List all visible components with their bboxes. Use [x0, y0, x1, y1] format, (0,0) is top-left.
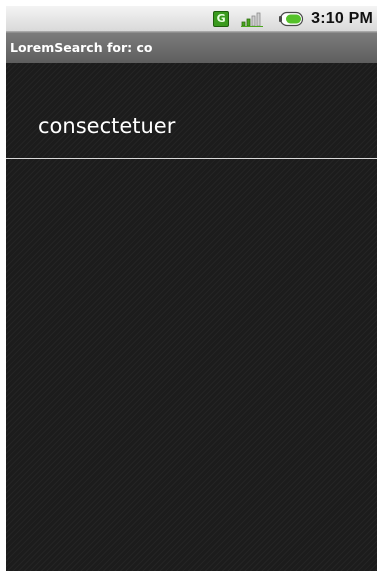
signal-icon — [241, 11, 265, 27]
clock: 3:10 PM — [311, 9, 373, 27]
device-screen: G 3:10 PM LoremSearch for: co consectetu… — [6, 6, 377, 571]
search-results-list[interactable]: consectetuer — [6, 63, 377, 159]
list-item-label: consectetuer — [38, 114, 176, 138]
battery-icon — [277, 11, 305, 27]
page-title: LoremSearch for: co — [10, 40, 153, 55]
list-item[interactable]: consectetuer — [6, 63, 377, 159]
status-bar: G 3:10 PM — [6, 6, 377, 32]
data-g-icon: G — [213, 10, 230, 27]
title-bar: LoremSearch for: co — [6, 32, 377, 63]
status-icons: G 3:10 PM — [213, 6, 373, 31]
